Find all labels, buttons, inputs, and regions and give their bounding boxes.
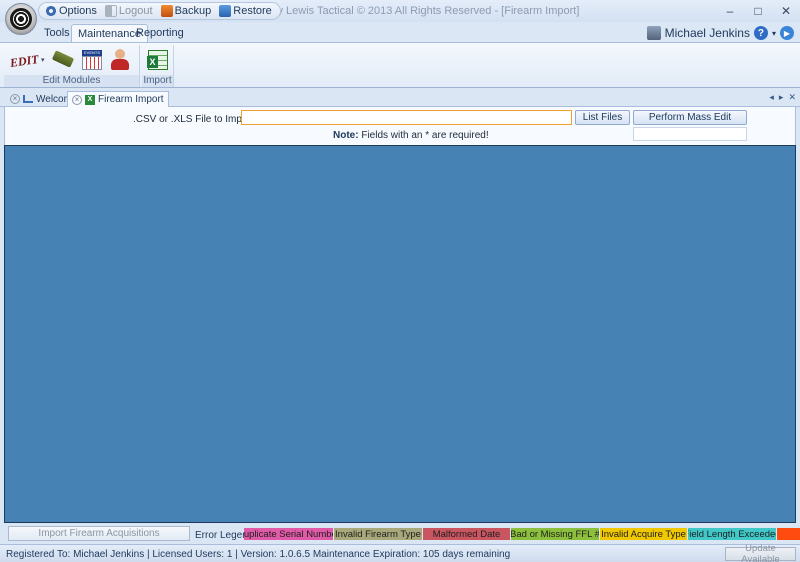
close-button[interactable]: ✕ [772,0,800,22]
gear-icon [45,5,57,17]
user-name[interactable]: Michael Jenkins [665,26,750,40]
target-logo-icon [10,8,32,30]
required-note: Note: Fields with an * are required! [333,130,489,141]
restore-label: Restore [233,5,272,17]
ribbon-group-label: Edit Modules [4,75,139,87]
logout-icon [104,5,117,17]
excel-badge: X [147,56,158,68]
note-title: Note: [333,130,359,141]
mass-edit-button[interactable]: Perform Mass Edit [633,110,747,125]
import-form: .CSV or .XLS File to Import: List Files … [4,107,796,145]
list-files-button[interactable]: List Files [575,110,630,125]
mass-edit-field[interactable] [633,127,747,141]
close-icon[interactable]: ✕ [788,92,796,103]
options-label: Options [59,5,97,17]
backup-label: Backup [174,5,212,17]
status-bar: Registered To: Michael Jenkins | License… [0,543,800,562]
contact-icon[interactable] [108,48,132,72]
excel-import-icon[interactable]: X [146,48,170,72]
edit-icon-text: EDIT [9,52,40,70]
application-menu-button[interactable] [5,3,37,35]
quick-access-toolbar: Options Logout Backup Restore [38,2,281,20]
help-icon[interactable]: ? [753,26,768,40]
legend-invalid-firearm-type: Invalid Firearm Type [334,528,422,540]
ribbon-group-label: Import [142,75,173,87]
title-bar: FFL Tools by Lewis Tactical © 2013 All R… [0,0,800,22]
tab-strip-controls: ◂ ▸ ✕ [769,92,796,103]
calendar-body [82,56,102,70]
user-avatar-icon [646,26,661,40]
options-button[interactable]: Options [43,5,99,17]
logout-label: Logout [118,5,153,17]
chevron-down-icon[interactable]: ▾ [772,29,776,38]
legend-duplicate-serial: Duplicate Serial Number [244,528,333,540]
ribbon-panel: EDIT ▾ EVENTS Edit Modules X Import [0,42,800,88]
tab-firearm-import-label: Firearm Import [98,94,164,105]
import-acquisitions-button[interactable]: Import Firearm Acquisitions [8,526,190,541]
edit-icon[interactable]: EDIT ▾ [8,48,44,72]
legend-bad-ffl: Bad or Missing FFL # [511,528,599,540]
restore-button[interactable]: Restore [217,5,274,17]
ribbon-group-import: X Import [142,45,174,87]
document-tab-strip: × Welcome × X Firearm Import ◂ ▸ ✕ [0,90,800,107]
scroll-left-icon[interactable]: ◂ [769,92,774,103]
window-controls: – □ ✕ [716,0,800,22]
minimize-button[interactable]: – [716,0,744,22]
registration-status: Registered To: Michael Jenkins | License… [6,549,511,560]
note-text: Fields with an * are required! [358,130,489,141]
error-legend-bar: Import Firearm Acquisitions Error Legend… [0,523,800,544]
scroll-right-icon[interactable]: ▸ [779,92,784,103]
contact-head [115,49,125,59]
legend-invalid-acquire-type: Invalid Acquire Type [600,528,687,540]
close-icon[interactable]: × [10,94,20,104]
forward-icon[interactable]: ▶ [780,26,794,40]
firearm-icon[interactable] [50,48,75,72]
update-available-button[interactable]: Update Available [725,543,796,562]
file-path-input[interactable] [241,110,572,125]
tab-reporting[interactable]: Reporting [130,24,190,42]
firearm-shape [51,50,75,68]
excel-icon: X [85,94,95,105]
legend-malformed-date: Malformed Date [423,528,510,540]
close-icon[interactable]: × [72,94,82,105]
legend-other [777,528,800,540]
backup-button[interactable]: Backup [159,5,214,17]
chevron-down-icon: ▾ [41,57,45,64]
backup-icon [160,5,173,17]
sitemap-icon [23,95,33,103]
ribbon-group-edit-modules: EDIT ▾ EVENTS Edit Modules [4,45,140,87]
import-grid[interactable] [4,145,796,523]
contact-body [111,59,129,70]
legend-field-length: Field Length Exceeded [688,528,776,540]
calendar-icon[interactable]: EVENTS [80,48,104,72]
restore-icon [219,5,232,17]
tab-firearm-import[interactable]: × X Firearm Import [67,91,169,107]
ribbon-tab-bar: Tools Maintenance Reporting Michael Jenk… [0,22,800,42]
logout-button[interactable]: Logout [103,5,155,17]
user-area: Michael Jenkins ? ▾ ▶ [646,24,794,42]
maximize-button[interactable]: □ [744,0,772,22]
file-path-label: .CSV or .XLS File to Import: [133,114,257,125]
